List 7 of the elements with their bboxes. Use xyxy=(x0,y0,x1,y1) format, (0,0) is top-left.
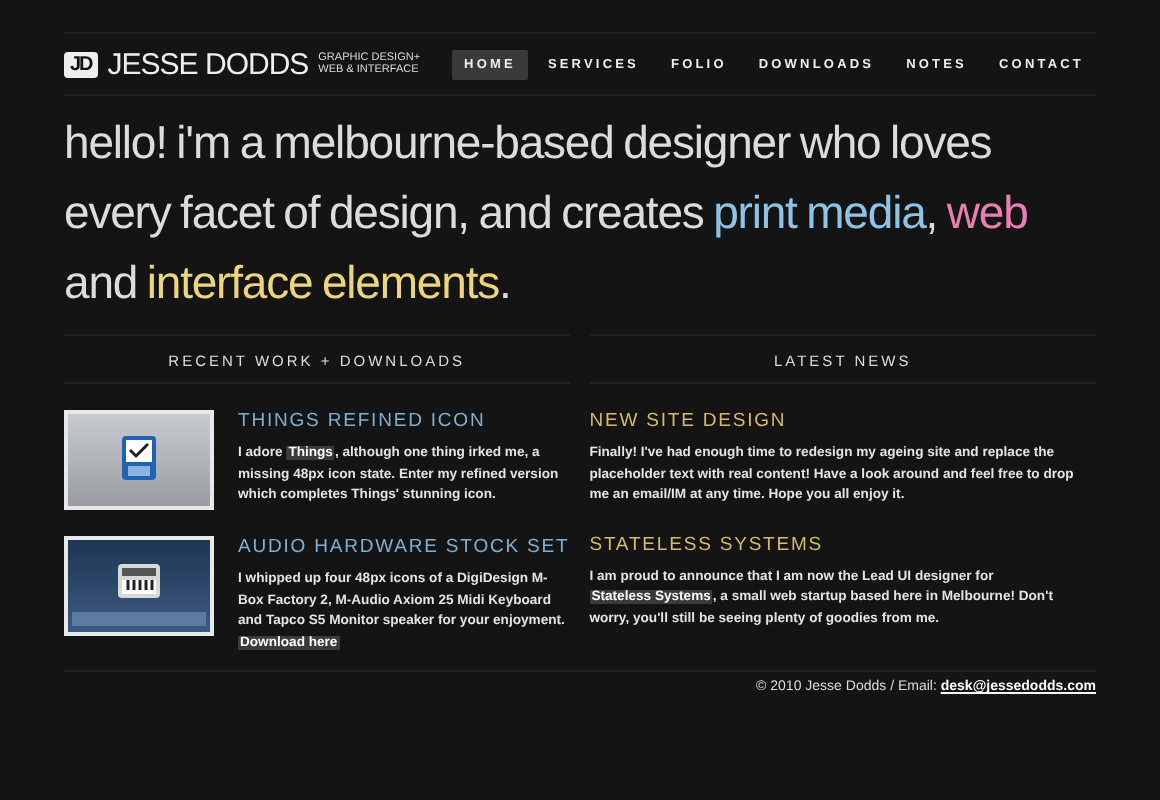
post-title[interactable]: NEW SITE DESIGN xyxy=(589,410,1096,432)
headline: hello! i'm a melbourne-based designer who loves every facet of design, and creates print media, web and interface elements. xyxy=(64,114,1030,312)
logo-mark[interactable]: JD xyxy=(64,51,98,77)
post-title[interactable]: STATELESS SYSTEMS xyxy=(589,533,1096,555)
post-title[interactable]: THINGS REFINED ICON xyxy=(238,410,570,432)
site-name: JESSE DODDS xyxy=(107,47,309,81)
post-title[interactable]: AUDIO HARDWARE STOCK SET xyxy=(238,536,570,558)
